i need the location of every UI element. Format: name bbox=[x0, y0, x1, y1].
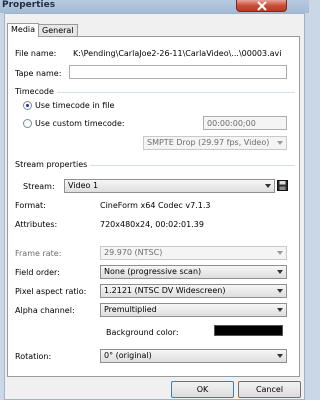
chevron-down-icon bbox=[277, 270, 283, 274]
timecode-divider bbox=[15, 92, 295, 93]
stream-group: Stream properties bbox=[15, 160, 295, 169]
timecode-group: Timecode bbox=[15, 87, 295, 96]
close-icon bbox=[257, 1, 267, 11]
ok-button[interactable]: OK bbox=[171, 381, 234, 398]
tab-media[interactable]: Media bbox=[7, 23, 40, 37]
timecode-format-select[interactable]: SMPTE Drop (29.97 fps, Video) bbox=[143, 136, 287, 150]
format-value: CineForm x64 Codec v7.1.3 bbox=[100, 201, 211, 210]
window-title: Properties bbox=[2, 0, 56, 10]
stream-value: Video 1 bbox=[68, 181, 99, 190]
alpha-channel-value: Premultiplied bbox=[104, 305, 157, 314]
dialog-body: Media General File name: K:\Pending\Carl… bbox=[4, 13, 305, 400]
chevron-down-icon bbox=[277, 141, 283, 145]
chevron-down-icon bbox=[277, 251, 283, 255]
attributes-label: Attributes: bbox=[15, 220, 58, 229]
tape-name-input[interactable] bbox=[69, 65, 287, 79]
use-file-timecode-radio[interactable] bbox=[23, 101, 32, 110]
use-custom-timecode-radio[interactable] bbox=[23, 119, 32, 128]
rotation-label: Rotation: bbox=[15, 352, 52, 361]
pixel-aspect-ratio-label: Pixel aspect ratio: bbox=[15, 287, 87, 296]
chevron-down-icon bbox=[265, 184, 271, 188]
format-label: Format: bbox=[15, 201, 46, 210]
chevron-down-icon bbox=[277, 354, 283, 358]
alpha-channel-select[interactable]: Premultiplied bbox=[100, 303, 287, 317]
frame-rate-select[interactable]: 29.970 (NTSC) bbox=[100, 246, 287, 260]
attributes-value: 720x480x24, 00:02:01.39 bbox=[100, 220, 204, 229]
chevron-down-icon bbox=[277, 289, 283, 293]
save-icon[interactable] bbox=[277, 180, 288, 191]
field-order-label: Field order: bbox=[15, 268, 60, 277]
use-file-timecode-label: Use timecode in file bbox=[35, 101, 115, 110]
title-bar: Properties bbox=[0, 0, 309, 13]
cancel-button[interactable]: Cancel bbox=[238, 381, 301, 398]
frame-rate-label: Frame rate: bbox=[15, 249, 62, 258]
alpha-channel-label: Alpha channel: bbox=[15, 306, 75, 315]
pixel-aspect-ratio-select[interactable]: 1.2121 (NTSC DV Widescreen) bbox=[100, 284, 287, 298]
custom-timecode-input[interactable]: 00:00:00;00 bbox=[203, 116, 287, 130]
frame-rate-value: 29.970 (NTSC) bbox=[104, 248, 163, 257]
background-color-swatch[interactable] bbox=[214, 325, 283, 336]
background-color-label: Background color: bbox=[106, 328, 179, 337]
rotation-select[interactable]: 0° (original) bbox=[100, 349, 287, 363]
tape-name-label: Tape name: bbox=[15, 69, 62, 78]
tab-general[interactable]: General bbox=[38, 24, 78, 36]
rotation-value: 0° (original) bbox=[104, 351, 152, 360]
stream-label: Stream: bbox=[23, 182, 55, 191]
timecode-format-value: SMPTE Drop (29.97 fps, Video) bbox=[147, 138, 270, 147]
file-name-label: File name: bbox=[15, 49, 57, 58]
pixel-aspect-ratio-value: 1.2121 (NTSC DV Widescreen) bbox=[104, 286, 226, 295]
field-order-select[interactable]: None (progressive scan) bbox=[100, 265, 287, 279]
use-custom-timecode-label: Use custom timecode: bbox=[35, 119, 125, 128]
chevron-down-icon bbox=[277, 308, 283, 312]
media-panel: File name: K:\Pending\CarlaJoe2-26-11\Ca… bbox=[7, 36, 300, 377]
stream-heading: Stream properties bbox=[15, 160, 91, 169]
stream-select[interactable]: Video 1 bbox=[64, 179, 275, 193]
file-name-value: K:\Pending\CarlaJoe2-26-11\CarlaVideo\..… bbox=[73, 49, 282, 58]
field-order-value: None (progressive scan) bbox=[104, 267, 202, 276]
close-button[interactable] bbox=[236, 0, 287, 12]
timecode-heading: Timecode bbox=[15, 87, 57, 96]
